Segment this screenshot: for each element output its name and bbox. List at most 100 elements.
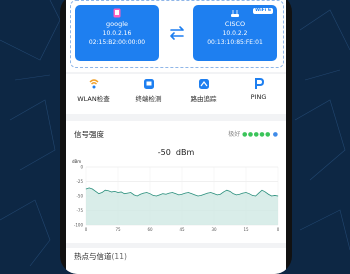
terminal-detect-icon <box>143 79 154 89</box>
chart-y-tick: -75 <box>76 208 83 213</box>
connection-panel: google 10.0.2.16 02:15:B2:00:00:00 WiFi … <box>70 0 284 68</box>
chart-x-tick: 60 <box>147 227 153 232</box>
chart-point <box>111 191 112 193</box>
chart-point <box>245 192 247 193</box>
chart-point <box>162 193 164 194</box>
phone-frame: google 10.0.2.16 02:15:B2:00:00:00 WiFi … <box>60 0 292 274</box>
chart-point <box>98 193 100 194</box>
chart-point <box>175 193 176 194</box>
chart-point <box>194 194 196 196</box>
chart-x-tick: 30 <box>211 227 217 232</box>
chart-x-tick: 45 <box>179 227 185 232</box>
chart-point <box>95 191 96 192</box>
chart-point <box>130 192 132 193</box>
tool-route-trace[interactable]: 路由追踪 <box>176 78 231 103</box>
signal-indicator-icon: ● <box>272 131 278 138</box>
chart-point <box>117 192 119 193</box>
chart-point <box>172 192 173 193</box>
chart-point <box>213 193 215 194</box>
local-device-card[interactable]: google 10.0.2.16 02:15:B2:00:00:00 <box>75 5 159 61</box>
chart-point <box>136 195 138 197</box>
chart-point <box>210 192 212 193</box>
chart-point <box>120 191 122 193</box>
wifi6-badge: WiFi 6 <box>253 8 273 14</box>
chart-point <box>277 195 279 197</box>
signal-quality-label: 极好 <box>228 131 241 138</box>
chart-point <box>85 188 87 190</box>
chart-point <box>184 192 186 194</box>
phone-icon <box>113 8 121 18</box>
chart-point <box>236 194 237 196</box>
chart-point <box>114 191 116 192</box>
chart-point <box>156 195 157 197</box>
chart-point <box>264 191 266 193</box>
chart-point <box>108 190 109 192</box>
tool-label: 路由追踪 <box>190 95 217 103</box>
router-name: CISCO <box>224 20 246 28</box>
signal-dbm-value: -50 <box>157 148 171 157</box>
chart-point <box>104 189 106 191</box>
wlan-check-icon <box>89 79 98 89</box>
router-device-card[interactable]: WiFi 6 CISCO 10.0.2.2 00:13:10:85:FE:01 <box>193 5 277 61</box>
signal-dbm-unit: dBm <box>175 148 195 157</box>
chart-point <box>242 192 244 194</box>
chart-point <box>133 194 135 196</box>
route-trace-icon <box>198 79 209 89</box>
signal-chart: dBm0-25-50-75-1000 75 60 45 30 15 0 <box>72 159 280 232</box>
chart-y-tick: -100 <box>74 223 84 228</box>
chart-point <box>271 195 272 197</box>
connection-card: google 10.0.2.16 02:15:B2:00:00:00 WiFi … <box>66 0 286 72</box>
hotspots-card[interactable]: 热点与信道(11) <box>66 248 286 274</box>
signal-quality-dots: ●●●●● <box>242 131 271 138</box>
chart-point <box>159 194 160 196</box>
chart-x-tick: 0 <box>85 227 88 232</box>
router-ip: 10.0.2.2 <box>222 30 248 37</box>
tool-label: 终端检测 <box>135 95 162 103</box>
chart-point <box>101 192 103 193</box>
hotspots-title-text: 热点与信道 <box>74 252 112 261</box>
tool-terminal-detect[interactable]: 终端检测 <box>121 78 176 103</box>
chart-point <box>149 193 151 194</box>
chart-point <box>226 189 228 191</box>
router-mac: 00:13:10:85:FE:01 <box>207 39 263 46</box>
tools-row: WLAN检查 终端检测 路由追踪 PING <box>66 74 286 114</box>
chart-point <box>252 195 253 196</box>
chart-point <box>268 194 269 195</box>
local-device-name: google <box>105 20 128 28</box>
signal-quality: 极好 ●●●●● ● <box>228 129 278 138</box>
chart-point <box>207 192 208 194</box>
hotspots-title: 热点与信道(11) <box>74 251 127 262</box>
chart-y-tick: 0 <box>80 165 83 170</box>
chart-point <box>168 192 170 194</box>
chart-point <box>181 194 183 195</box>
hotspots-count: (11) <box>111 252 127 261</box>
tool-label: PING <box>250 93 267 101</box>
chart-point <box>152 195 154 196</box>
chart-point <box>274 195 276 196</box>
chart-y-tick: -25 <box>76 179 83 184</box>
chart-point <box>204 194 205 195</box>
chart-point <box>248 193 250 194</box>
chart-point <box>140 194 141 195</box>
chart-point <box>232 193 234 194</box>
chart-point <box>223 191 224 193</box>
chart-point <box>258 192 260 194</box>
chart-y-tick: -50 <box>76 194 83 199</box>
tool-wlan-check[interactable]: WLAN检查 <box>66 78 121 103</box>
chart-ylabel: dBm <box>72 159 81 164</box>
signal-current-value: -50 dBm <box>66 148 286 157</box>
chart-point <box>261 189 263 191</box>
chart-point <box>220 194 221 195</box>
chart-point <box>92 188 93 190</box>
local-device-ip: 10.0.2.16 <box>102 30 132 37</box>
chart-point <box>143 192 144 194</box>
chart-point <box>200 195 202 196</box>
chart-point <box>146 192 148 193</box>
chart-point <box>216 194 218 196</box>
chart-point <box>165 194 167 195</box>
chart-x-tick: 0 <box>277 227 280 232</box>
chart-point <box>188 192 189 193</box>
tool-ping[interactable]: PING <box>231 78 286 101</box>
signal-title: 信号强度 <box>74 130 104 139</box>
chart-point <box>255 195 256 197</box>
